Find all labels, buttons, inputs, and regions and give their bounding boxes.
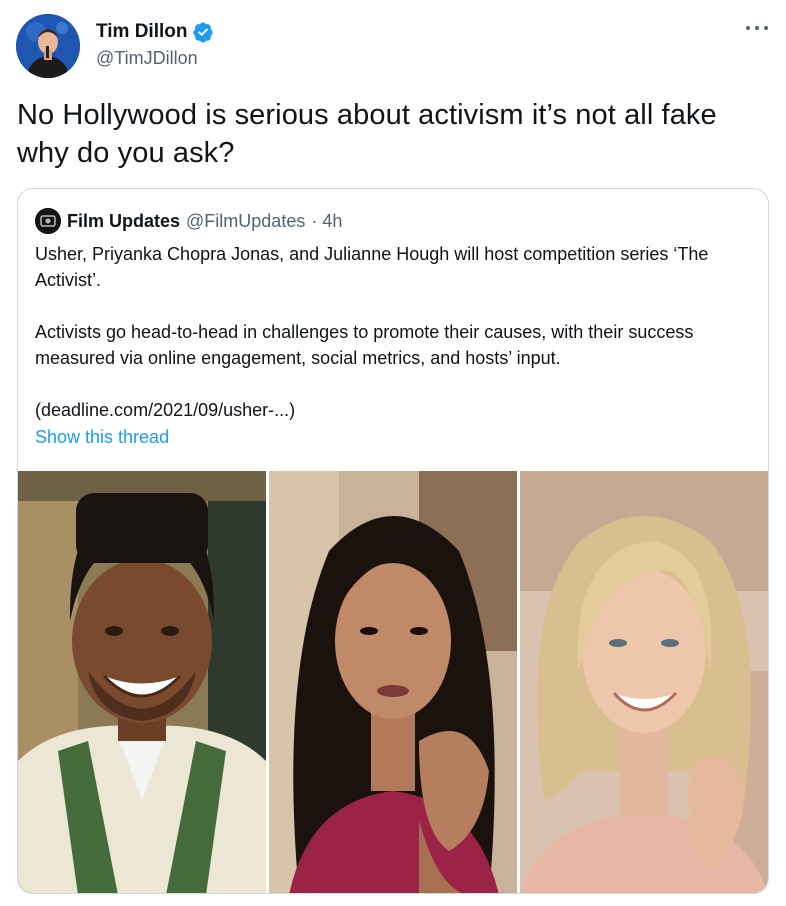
quoted-paragraph: Activists go head-to-head in challenges … bbox=[35, 322, 694, 368]
quoted-tweet[interactable]: Film Updates @FilmUpdates · 4h Usher, Pr… bbox=[17, 188, 769, 894]
author-name[interactable]: Tim Dillon bbox=[96, 21, 187, 43]
photo-3[interactable] bbox=[520, 471, 768, 893]
photo-1[interactable] bbox=[18, 471, 266, 893]
dot bbox=[764, 26, 768, 30]
quoted-link-text: (deadline.com/2021/09/usher-...) bbox=[35, 400, 296, 420]
verified-badge-icon bbox=[192, 21, 214, 43]
quoted-tweet-header: Film Updates @FilmUpdates · 4h bbox=[35, 208, 342, 234]
author-block: Tim Dillon @TimJDillon bbox=[96, 21, 214, 69]
quoted-paragraph: Usher, Priyanka Chopra Jonas, and Julian… bbox=[35, 244, 709, 290]
photo-2[interactable] bbox=[269, 471, 517, 893]
quoted-author-avatar bbox=[35, 208, 61, 234]
dot bbox=[755, 26, 759, 30]
dot bbox=[746, 26, 750, 30]
quoted-author-handle: @FilmUpdates bbox=[186, 210, 306, 231]
photo-grid bbox=[18, 471, 768, 893]
more-options-icon[interactable] bbox=[746, 22, 768, 34]
author-avatar[interactable] bbox=[16, 14, 80, 78]
tweet-text: No Hollywood is serious about activism i… bbox=[17, 99, 717, 169]
quoted-tweet-body: Usher, Priyanka Chopra Jonas, and Julian… bbox=[35, 241, 751, 423]
quoted-author-name: Film Updates bbox=[67, 210, 181, 231]
show-thread-link[interactable]: Show this thread bbox=[35, 427, 169, 448]
author-handle[interactable]: @TimJDillon bbox=[96, 47, 214, 69]
quoted-tweet-time: · 4h bbox=[311, 210, 343, 231]
